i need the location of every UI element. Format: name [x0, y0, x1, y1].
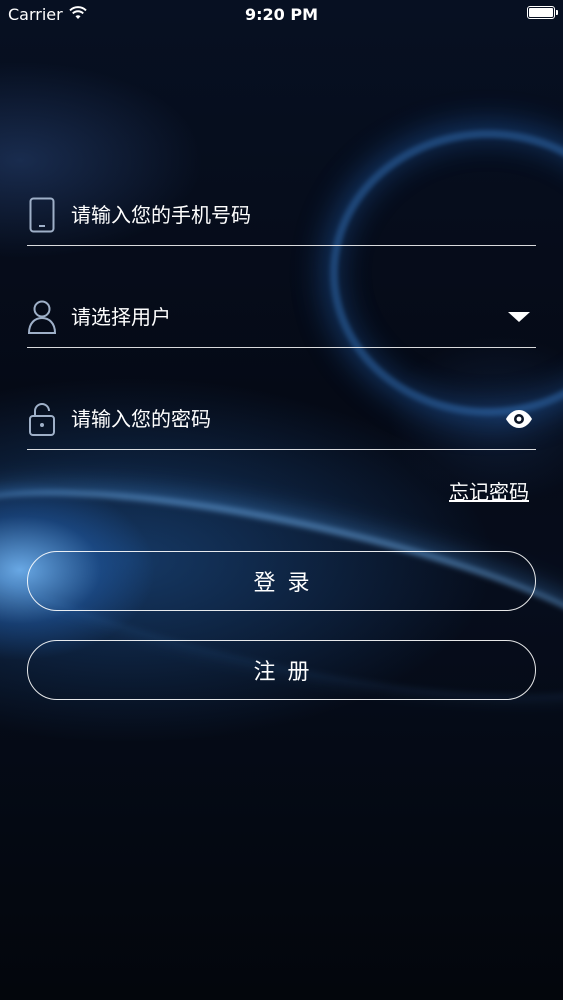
password-field-row: [27, 389, 536, 450]
user-select-input[interactable]: [71, 305, 502, 329]
eye-icon[interactable]: [502, 410, 536, 428]
forgot-password-link[interactable]: 忘记密码: [449, 476, 529, 505]
user-icon: [27, 297, 57, 337]
phone-field-row: [27, 185, 536, 246]
password-input[interactable]: [71, 407, 502, 431]
register-button[interactable]: 注册: [27, 640, 536, 700]
status-bar: Carrier 9:20 PM: [0, 0, 563, 30]
battery-icon: [527, 6, 558, 19]
register-button-label: 注册: [253, 660, 322, 685]
user-field-row: [27, 287, 536, 348]
status-time: 9:20 PM: [244, 5, 318, 24]
phone-input[interactable]: [71, 203, 536, 227]
login-button-label: 登录: [253, 571, 322, 596]
login-button[interactable]: 登录: [27, 551, 536, 611]
dropdown-triangle-icon[interactable]: [502, 311, 536, 323]
lock-icon: [27, 399, 57, 439]
background-glow-ring: [330, 130, 563, 416]
phone-icon: [27, 195, 57, 235]
